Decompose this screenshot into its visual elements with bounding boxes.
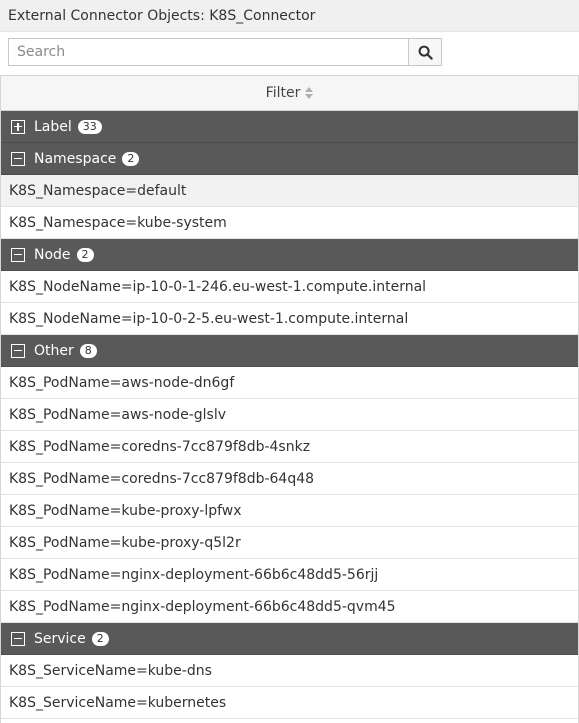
collapse-icon[interactable] xyxy=(11,151,25,166)
group-header-node[interactable]: Node 2 xyxy=(1,239,578,271)
search-icon xyxy=(418,45,433,60)
group-header-service[interactable]: Service 2 xyxy=(1,623,578,655)
table-row[interactable]: K8S_ServiceName=kubernetes xyxy=(1,687,578,719)
group-label: Namespace xyxy=(34,150,117,167)
table-row[interactable]: K8S_ServiceName=kube-dns xyxy=(1,655,578,687)
table-row[interactable]: K8S_PodName=aws-node-dn6gf xyxy=(1,367,578,399)
table-row[interactable]: K8S_PodName=aws-node-glslv xyxy=(1,399,578,431)
group-label: Service xyxy=(34,630,86,647)
count-badge: 2 xyxy=(122,151,140,166)
search-button[interactable] xyxy=(408,38,442,66)
connector-objects-panel: External Connector Objects: K8S_Connecto… xyxy=(0,0,579,723)
objects-table: Filter Label 33 Namespace 2 K8S_Namespace=de… xyxy=(0,75,579,723)
table-row[interactable]: K8S_Namespace=default xyxy=(1,175,578,207)
table-row[interactable]: K8S_PodName=nginx-deployment-66b6c48dd5-… xyxy=(1,559,578,591)
panel-title: External Connector Objects: K8S_Connecto… xyxy=(0,0,579,32)
table-row[interactable]: K8S_PodName=kube-proxy-q5l2r xyxy=(1,527,578,559)
table-body: Label 33 Namespace 2 K8S_Namespace=default K8… xyxy=(1,111,578,719)
table-row[interactable]: K8S_PodName=kube-proxy-lpfwx xyxy=(1,495,578,527)
table-row[interactable]: K8S_NodeName=ip-10-0-2-5.eu-west-1.compu… xyxy=(1,303,578,335)
table-row[interactable]: K8S_Namespace=kube-system xyxy=(1,207,578,239)
filter-column-label: Filter xyxy=(265,85,301,101)
group-label: Label xyxy=(34,118,72,135)
table-row[interactable]: K8S_PodName=nginx-deployment-66b6c48dd5-… xyxy=(1,591,578,623)
collapse-icon[interactable] xyxy=(11,343,25,358)
count-badge: 2 xyxy=(91,631,109,646)
search-input[interactable] xyxy=(8,38,408,66)
collapse-icon[interactable] xyxy=(11,631,25,646)
sort-icon[interactable] xyxy=(305,87,314,99)
group-label: Node xyxy=(34,246,71,263)
expand-icon[interactable] xyxy=(11,119,25,134)
filter-column-header[interactable]: Filter xyxy=(1,75,578,111)
count-badge: 33 xyxy=(77,119,102,134)
group-header-namespace[interactable]: Namespace 2 xyxy=(1,143,578,175)
table-row[interactable]: K8S_PodName=coredns-7cc879f8db-4snkz xyxy=(1,431,578,463)
search-bar xyxy=(0,32,579,74)
group-header-label[interactable]: Label 33 xyxy=(1,111,578,143)
table-row[interactable]: K8S_NodeName=ip-10-0-1-246.eu-west-1.com… xyxy=(1,271,578,303)
count-badge: 2 xyxy=(76,247,94,262)
group-header-other[interactable]: Other 8 xyxy=(1,335,578,367)
group-label: Other xyxy=(34,342,74,359)
table-row[interactable]: K8S_PodName=coredns-7cc879f8db-64q48 xyxy=(1,463,578,495)
count-badge: 8 xyxy=(79,343,97,358)
collapse-icon[interactable] xyxy=(11,247,25,262)
